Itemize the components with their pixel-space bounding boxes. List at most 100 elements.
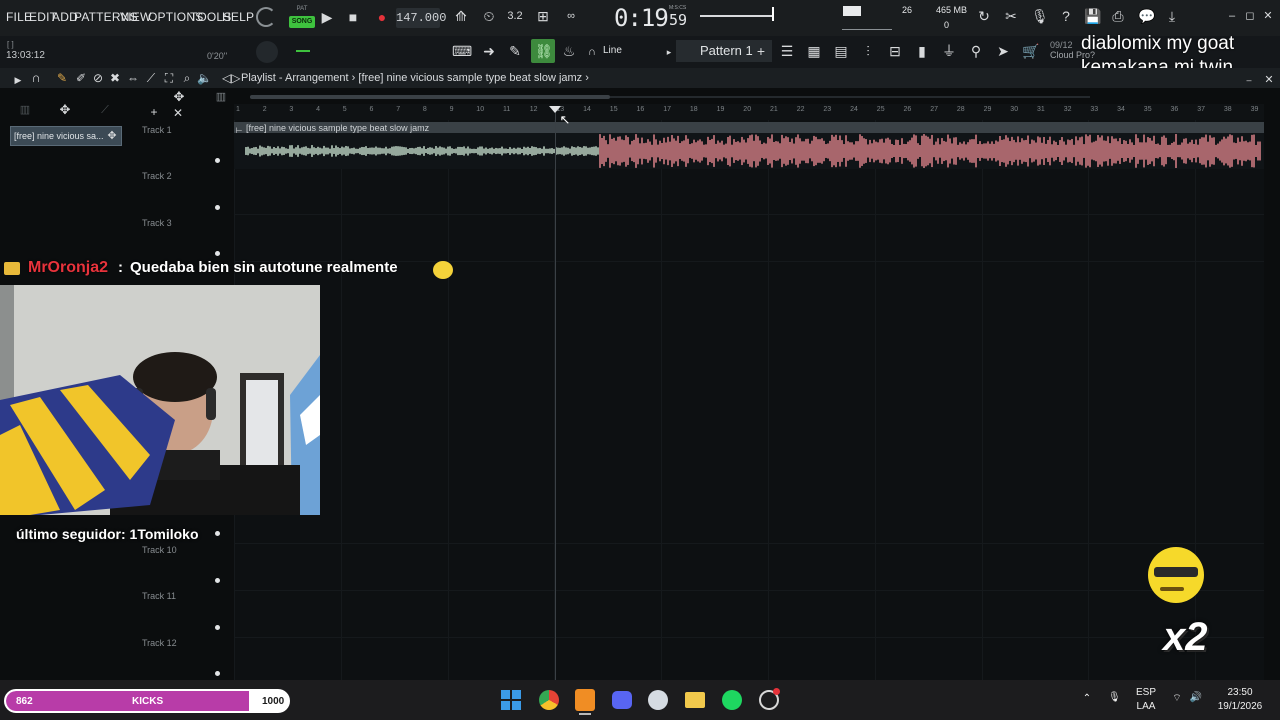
track-mute-led[interactable] [215, 578, 220, 583]
track-name[interactable]: Track 11 [142, 591, 176, 601]
playback-tool-icon[interactable]: 🔈 [197, 70, 212, 86]
pat-song-toggle[interactable]: PAT SONG [289, 6, 315, 30]
save-icon[interactable]: 💾 [1084, 8, 1101, 24]
chrome-icon[interactable] [539, 690, 559, 710]
taskbar-date[interactable]: 19/1/2026 [1212, 701, 1268, 712]
slice-tool-icon[interactable]: ⟋ [144, 70, 158, 86]
wifi-icon[interactable]: ⌔ [1170, 692, 1184, 705]
pattern-list-icon[interactable]: ▥ [18, 102, 32, 118]
move-tool-icon[interactable]: ✥ [171, 89, 187, 105]
pattern-prev-icon[interactable]: ▸ [664, 44, 674, 60]
track-name[interactable]: Track 12 [142, 638, 177, 648]
track-name[interactable]: Track 2 [142, 171, 172, 181]
cart-icon[interactable]: 🛒 [1022, 43, 1039, 59]
step-edit-icon[interactable]: ⊞ [534, 8, 552, 24]
steam-icon[interactable] [648, 690, 668, 710]
plug-icon[interactable]: ⏚ [941, 43, 957, 59]
master-pitch-knob[interactable] [256, 7, 276, 27]
record-icon[interactable]: ● [376, 9, 388, 25]
slicer-icon[interactable]: ⟋ [98, 102, 112, 118]
pencil-icon[interactable]: ✎ [507, 43, 523, 59]
paint-tool-icon[interactable]: ✐ [74, 70, 88, 86]
scroll-arrows-icon[interactable]: ◁▷ [222, 70, 240, 86]
input-layout[interactable]: LAA [1133, 701, 1159, 712]
track-mute-led[interactable] [215, 251, 220, 256]
maximize-icon[interactable]: ◻ [1244, 8, 1256, 24]
wait-input-icon[interactable]: ⏲ [479, 8, 499, 24]
browser-icon[interactable]: ⊟ [887, 43, 903, 59]
playlist-close-icon[interactable]: ✕ [1263, 72, 1275, 88]
arrow-right-icon[interactable]: ➜ [481, 43, 497, 59]
discord-icon[interactable] [612, 691, 632, 709]
start-button[interactable] [501, 690, 521, 710]
slip-tool-icon[interactable]: ⇔ [126, 70, 140, 86]
taskbar-time[interactable]: 23:50 [1212, 687, 1268, 698]
tools-icon[interactable]: ✂ [1003, 8, 1019, 24]
audio-clip-body[interactable] [234, 133, 1264, 169]
plugin-icon[interactable]: ▮ [914, 43, 930, 59]
pattern-picker-icon[interactable]: ✥ [106, 128, 118, 144]
master-pitch-dial[interactable] [256, 41, 278, 63]
delete-tool-icon[interactable]: ⊘ [91, 70, 105, 86]
spotify-icon[interactable] [722, 690, 742, 710]
countdown-icon[interactable]: 3.2 [506, 8, 524, 24]
tray-chevron-icon[interactable]: ⌃ [1081, 693, 1093, 704]
magnet-icon[interactable]: ∩ [586, 44, 598, 60]
file-explorer-icon[interactable] [685, 692, 705, 708]
refresh-icon[interactable]: ↻ [976, 8, 992, 24]
snap-select[interactable]: Line [603, 45, 622, 56]
volume-icon[interactable]: 🔊 [1189, 692, 1203, 703]
track-mute-led[interactable] [215, 671, 220, 676]
magnet-snap-icon[interactable]: ∩ [28, 70, 44, 86]
pitch-slider[interactable] [296, 50, 310, 52]
stop-icon[interactable]: ■ [347, 9, 359, 25]
tempo-display[interactable]: 147.000 [396, 8, 446, 28]
track-mute-led[interactable] [215, 531, 220, 536]
track-name[interactable]: Track 3 [142, 218, 172, 228]
close-icon[interactable]: ✕ [1262, 8, 1274, 24]
channel-rack-icon[interactable]: ▤ [833, 43, 849, 59]
mixer-icon[interactable]: ⫶ [860, 43, 876, 59]
tray-mic-icon[interactable]: 🎙 [1108, 692, 1121, 703]
track-mute-led[interactable] [215, 158, 220, 163]
fl-studio-icon[interactable] [575, 689, 595, 711]
header-arrow-icon[interactable]: ▶ [12, 72, 24, 88]
piano-icon[interactable]: ⌨ [452, 43, 472, 59]
menu-help[interactable]: HELP [222, 10, 254, 24]
scrollbar-thumb[interactable] [250, 95, 610, 99]
volume-handle[interactable] [772, 7, 774, 21]
select-tool-icon[interactable]: ⛶ [162, 70, 176, 86]
track-mute-led[interactable] [215, 205, 220, 210]
track-name[interactable]: Track 10 [142, 545, 177, 555]
piano-roll-icon[interactable]: ▦ [806, 43, 822, 59]
remove-track-icon[interactable]: ✕ [172, 105, 184, 121]
add-track-icon[interactable]: + [148, 104, 160, 120]
add-pattern-icon[interactable]: + [755, 43, 767, 59]
track-name[interactable]: Track 1 [142, 125, 172, 135]
play-icon[interactable]: ▶ [321, 9, 333, 25]
microphone-icon[interactable]: 🎙 [1031, 8, 1049, 24]
export-icon[interactable]: ⎙ [1110, 8, 1126, 24]
grid-icon[interactable]: ▥ [214, 89, 228, 105]
track-mute-led[interactable] [215, 625, 220, 630]
loop-record-icon[interactable]: ∞ [561, 8, 581, 24]
download-icon[interactable]: ⤓ [1164, 8, 1180, 24]
help-icon[interactable]: ? [1058, 8, 1074, 24]
wizard-icon[interactable]: ⚲ [968, 43, 984, 59]
menu-view[interactable]: VIEW [120, 10, 151, 24]
draw-tool-icon[interactable]: ✎ [55, 70, 69, 86]
master-volume-slider[interactable] [700, 15, 772, 17]
playlist-icon[interactable]: ☰ [779, 43, 795, 59]
playlist-minimize-icon[interactable]: – [1244, 72, 1254, 88]
zoom-tool-icon[interactable]: ⌕ [180, 70, 194, 86]
stamp-icon[interactable]: ♨ [561, 43, 577, 59]
minimize-icon[interactable]: – [1226, 8, 1238, 24]
input-language[interactable]: ESP [1133, 687, 1159, 698]
chat-icon[interactable]: 💬 [1138, 8, 1155, 24]
track-split-icon[interactable]: ✥ [57, 102, 73, 118]
mute-tool-icon[interactable]: ✖ [108, 70, 122, 86]
send-icon[interactable]: ➤ [995, 43, 1011, 59]
playhead-line[interactable] [555, 108, 556, 680]
metronome-icon[interactable]: ⟰ [452, 8, 470, 24]
arrangement-grid[interactable] [234, 120, 1264, 680]
